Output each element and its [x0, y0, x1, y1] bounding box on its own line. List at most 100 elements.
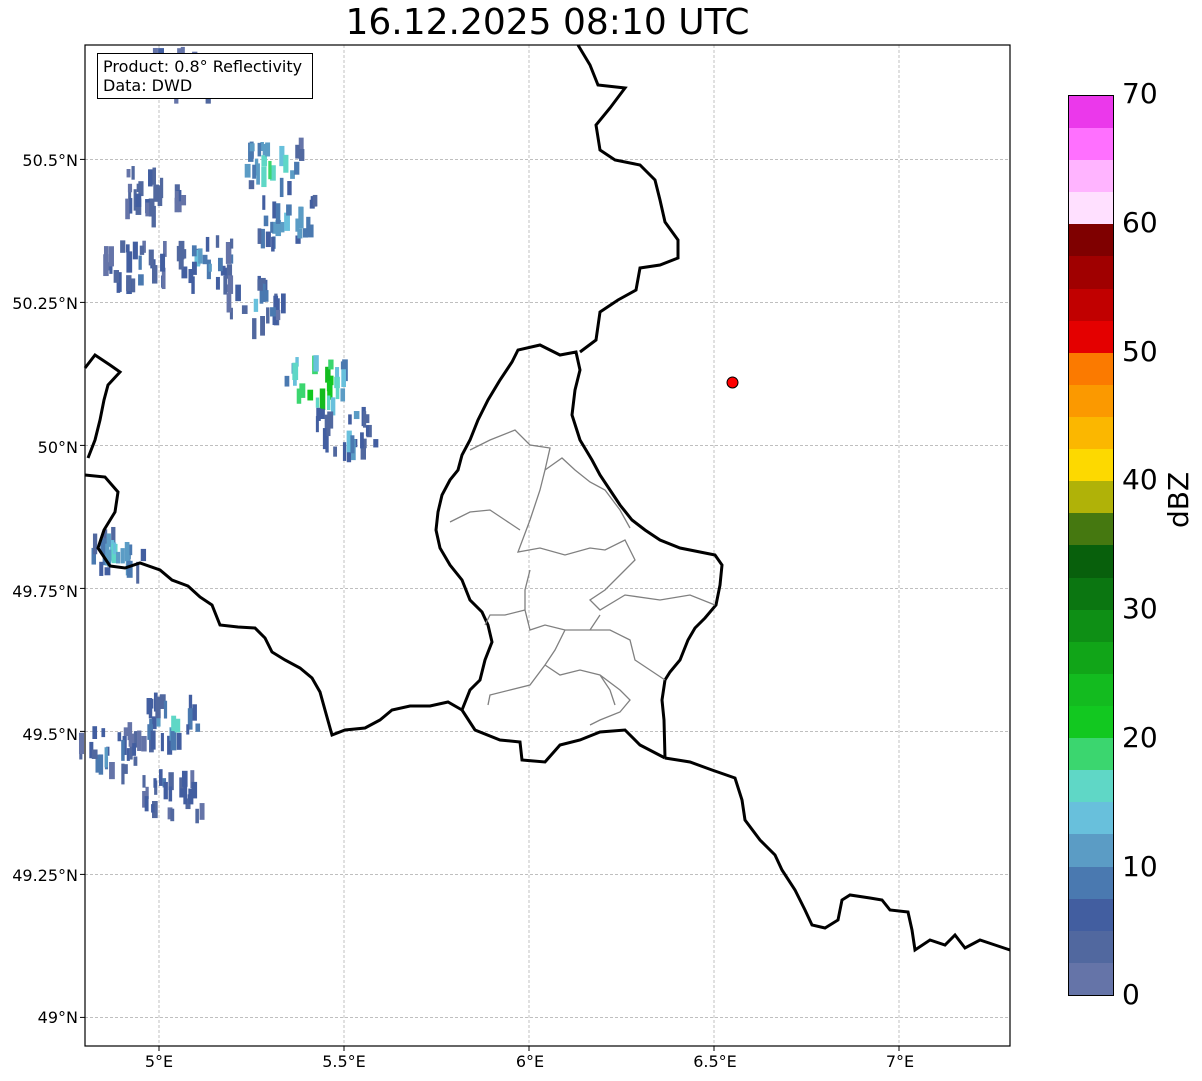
- echo-pixel: [287, 181, 292, 196]
- echo-pixel: [322, 428, 327, 450]
- colorbar-segment: [1069, 256, 1113, 289]
- colorbar-tick-label: 60: [1122, 206, 1158, 239]
- echo-pixel: [125, 244, 130, 253]
- radar-echoes: [78, 46, 379, 824]
- echo-pixel: [248, 180, 255, 190]
- echo-pixel: [364, 414, 370, 424]
- echo-pixel: [299, 149, 305, 161]
- echo-pixel: [272, 201, 277, 219]
- echo-cell: [91, 526, 147, 584]
- echo-cell: [284, 355, 348, 416]
- echo-cell: [125, 166, 187, 228]
- echo-pixel: [342, 442, 347, 461]
- echo-pixel: [115, 551, 121, 564]
- echo-cell: [223, 275, 286, 340]
- colorbar-tick-label: 40: [1122, 463, 1158, 496]
- echo-pixel: [215, 235, 220, 248]
- echo-pixel: [141, 735, 147, 752]
- echo-pixel: [153, 778, 157, 788]
- colorbar-tick-label: 0: [1122, 978, 1140, 1011]
- colorbar-segment: [1069, 352, 1113, 385]
- echo-pixel: [160, 253, 166, 272]
- echo-pixel: [163, 700, 168, 719]
- axis-ticks: [80, 158, 900, 1051]
- luxembourg-cantons: [449, 429, 716, 726]
- colorbar-segment: [1069, 834, 1113, 867]
- echo-cell: [315, 406, 379, 463]
- echo-pixel: [168, 786, 173, 802]
- echo-pixel: [137, 730, 142, 751]
- echo-pixel: [263, 215, 269, 227]
- echo-pixel: [126, 560, 133, 578]
- echo-pixel: [183, 784, 188, 805]
- echo-pixel: [124, 541, 130, 562]
- echo-pixel: [257, 228, 262, 244]
- colorbar-segment: [1069, 513, 1113, 546]
- echo-cell: [141, 692, 201, 755]
- colorbar-segment: [1069, 898, 1113, 931]
- radar-site-marker[interactable]: [726, 376, 739, 389]
- echo-pixel: [175, 191, 179, 206]
- echo-pixel: [261, 166, 267, 188]
- border-germany: [576, 44, 680, 354]
- colorbar-segment: [1069, 128, 1113, 161]
- colorbar-segment: [1069, 224, 1113, 257]
- echo-pixel: [215, 276, 220, 290]
- echo-pixel: [140, 548, 147, 562]
- echo-pixel: [260, 228, 265, 249]
- echo-pixel: [256, 163, 260, 185]
- echo-pixel: [235, 284, 241, 302]
- lon-tick-label: 6.5°E: [693, 1052, 737, 1071]
- echo-pixel: [159, 769, 163, 786]
- echo-pixel: [295, 144, 300, 159]
- colorbar-segment: [1069, 706, 1113, 739]
- lon-tick-label: 6°E: [515, 1052, 545, 1071]
- echo-pixel: [265, 231, 271, 248]
- colorbar-tick-label: 10: [1122, 850, 1158, 883]
- border-belgium-france: [84, 473, 463, 737]
- lat-tick-label: 49.75°N: [12, 582, 78, 601]
- echo-pixel: [373, 439, 379, 448]
- echo-pixel: [108, 246, 114, 267]
- colorbar-segment: [1069, 449, 1113, 482]
- colorbar-segment: [1069, 481, 1113, 514]
- echo-pixel: [268, 160, 272, 180]
- colorbar-segment: [1069, 641, 1113, 674]
- echo-pixel: [312, 194, 318, 207]
- echo-pixel: [360, 446, 367, 460]
- echo-cell: [244, 137, 305, 198]
- echo-pixel: [279, 177, 284, 198]
- echo-pixel: [328, 359, 334, 370]
- colorbar-segment: [1069, 384, 1113, 418]
- echo-pixel: [270, 221, 274, 233]
- echo-pixel: [208, 263, 212, 272]
- echo-pixel: [353, 411, 360, 420]
- echo-pixel: [326, 380, 331, 392]
- radar-map: [78, 44, 1011, 1051]
- colorbar: [1068, 95, 1114, 996]
- echo-pixel: [176, 245, 182, 262]
- colorbar-tick-label: 70: [1122, 77, 1158, 110]
- echo-pixel: [170, 808, 175, 822]
- colorbar-label: dBZ: [1162, 471, 1195, 528]
- echo-pixel: [104, 747, 108, 768]
- echo-pixel: [181, 770, 188, 787]
- echo-pixel: [192, 704, 197, 721]
- echo-pixel: [350, 435, 355, 454]
- graticule: [85, 45, 1010, 1046]
- echo-pixel: [182, 249, 187, 259]
- echo-pixel: [151, 804, 155, 813]
- echo-pixel: [178, 201, 182, 213]
- echo-pixel: [127, 183, 133, 193]
- echo-pixel: [126, 251, 133, 273]
- echo-pixel: [122, 764, 128, 774]
- echo-pixel: [139, 245, 145, 255]
- echo-pixel: [120, 548, 125, 564]
- echo-pixel: [160, 733, 164, 752]
- echo-pixel: [135, 193, 142, 207]
- echo-pixel: [226, 293, 232, 313]
- echo-pixel: [315, 416, 319, 433]
- echo-pixel: [91, 749, 98, 759]
- echo-pixel: [126, 169, 131, 178]
- echo-pixel: [327, 395, 331, 411]
